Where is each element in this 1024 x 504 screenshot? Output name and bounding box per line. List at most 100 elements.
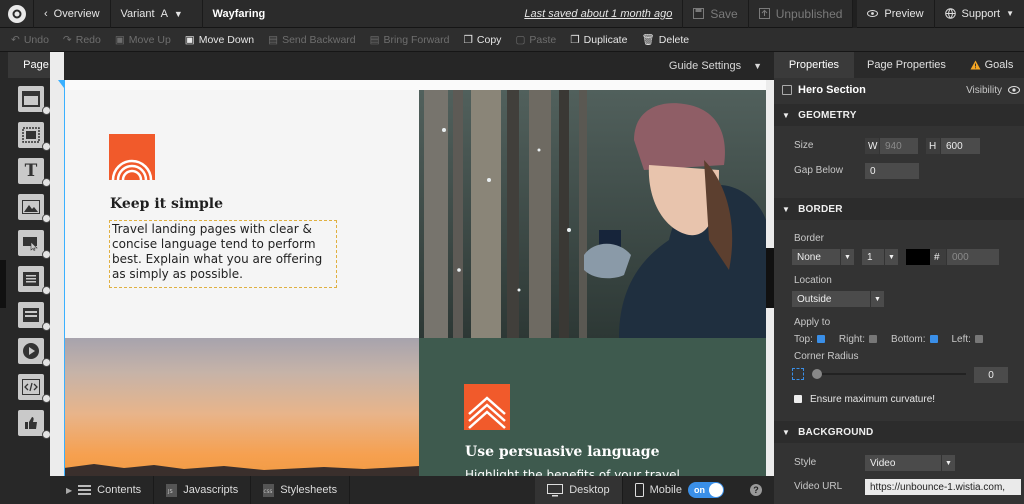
mobile-view-button[interactable]: Mobile on ? — [623, 476, 774, 504]
width-prefix: W — [865, 138, 879, 154]
max-curvature-checkbox[interactable] — [794, 395, 802, 403]
rail-collapse-handle[interactable] — [0, 260, 6, 308]
geometry-section-header[interactable]: ▼ GEOMETRY — [774, 104, 1024, 126]
section-widget[interactable] — [18, 86, 51, 115]
width-input[interactable]: 940 — [880, 138, 918, 154]
app-logo[interactable] — [0, 0, 34, 28]
panel-collapse-handle[interactable] — [766, 248, 774, 308]
mobile-toggle[interactable]: on — [688, 482, 724, 498]
top-bar: ‹ Overview Variant A ▼ Wayfaring Last sa… — [0, 0, 1024, 28]
persuasive-body-text[interactable]: Highlight the benefits of your travel — [465, 468, 680, 476]
send-backward-button[interactable]: ▤ Send Backward — [261, 28, 362, 52]
move-up-icon: ▣ — [114, 33, 125, 46]
undo-label: Undo — [23, 33, 49, 46]
element-checkbox[interactable] — [782, 85, 792, 95]
tab-page-properties-label: Page Properties — [867, 59, 946, 71]
trash-icon: 🗑 — [641, 34, 655, 46]
corner-radius-slider-handle[interactable] — [812, 369, 822, 379]
form-widget[interactable] — [18, 266, 51, 295]
duplicate-button[interactable]: ❐ Duplicate — [563, 28, 634, 52]
last-saved-link[interactable]: Last saved about 1 month ago — [524, 8, 682, 20]
support-menu[interactable]: Support ▼ — [935, 0, 1024, 28]
svg-text:CSS: CSS — [264, 489, 273, 495]
sunset-photo[interactable] — [64, 338, 419, 476]
border-section-header[interactable]: ▼ BORDER — [774, 198, 1024, 220]
left-checkbox[interactable] — [974, 335, 983, 343]
top-checkbox[interactable] — [816, 335, 825, 343]
page-canvas[interactable]: Keep it simple Travel landing pages with… — [64, 80, 766, 476]
text-widget[interactable]: T — [18, 158, 51, 187]
layout-widget[interactable] — [18, 302, 51, 331]
contents-button[interactable]: ▶ Contents — [50, 476, 155, 504]
corner-radius-slider-track[interactable] — [814, 373, 966, 375]
chevron-down-icon: ▼ — [782, 427, 791, 437]
brand-chevron-icon[interactable] — [464, 384, 510, 430]
image-widget[interactable] — [18, 194, 51, 223]
javascripts-button[interactable]: JS Javascripts — [154, 476, 252, 504]
move-down-button[interactable]: ▣ Move Down — [178, 28, 261, 52]
copy-button[interactable]: ❐ Copy — [457, 28, 509, 52]
border-width-select[interactable]: 1 ▼ — [862, 249, 898, 265]
border-color-swatch[interactable] — [906, 249, 930, 265]
undo-icon: ↶ — [11, 33, 20, 46]
delete-button[interactable]: 🗑 Delete — [634, 28, 696, 52]
html-widget[interactable] — [18, 374, 51, 403]
desktop-view-button[interactable]: Desktop — [535, 476, 623, 504]
corner-radius-icon[interactable] — [792, 368, 804, 380]
gap-below-input[interactable]: 0 — [865, 163, 919, 179]
border-location-value: Outside — [797, 293, 832, 305]
border-width-value: 1 — [867, 251, 873, 263]
stylesheets-button[interactable]: CSS Stylesheets — [251, 476, 351, 504]
box-icon — [22, 127, 40, 143]
unpublished-label: Unpublished — [775, 6, 843, 21]
apply-to-label: Apply to — [794, 317, 831, 328]
persuasive-heading[interactable]: Use persuasive language — [465, 444, 660, 460]
right-checkbox[interactable] — [869, 335, 878, 343]
button-widget[interactable] — [18, 230, 51, 259]
preview-button[interactable]: Preview — [857, 0, 935, 28]
variant-selector[interactable]: Variant A ▼ — [111, 0, 203, 28]
tab-goals-label: Goals — [984, 59, 1014, 71]
bottom-checkbox[interactable] — [929, 335, 938, 343]
right-label: Right: — [838, 333, 866, 345]
unpublished-button[interactable]: Unpublished — [749, 0, 854, 28]
bring-forward-button[interactable]: ▤ Bring Forward — [363, 28, 457, 52]
background-section-header[interactable]: ▼ BACKGROUND — [774, 421, 1024, 443]
brand-rainbow-icon[interactable] — [109, 134, 155, 180]
chevron-left-icon: ‹ — [44, 7, 48, 20]
guide-settings-button[interactable]: Guide Settings — [669, 60, 741, 72]
tab-page-properties[interactable]: Page Properties — [854, 52, 959, 78]
border-location-select[interactable]: Outside ▼ — [792, 291, 884, 307]
eye-icon[interactable] — [1008, 85, 1020, 95]
variant-label: Variant — [120, 7, 155, 20]
border-style-value: None — [797, 251, 821, 263]
redo-button[interactable]: ↷ Redo — [56, 28, 108, 52]
tab-goals[interactable]: Goals — [959, 52, 1024, 78]
background-style-select[interactable]: Video ▼ — [865, 455, 955, 471]
border-style-select[interactable]: None ▼ — [792, 249, 854, 265]
undo-button[interactable]: ↶ Undo — [4, 28, 56, 52]
height-input[interactable]: 600 — [941, 138, 980, 154]
tab-properties[interactable]: Properties — [774, 52, 854, 78]
persuasive-section[interactable]: Use persuasive language Highlight the be… — [419, 338, 766, 476]
paste-button[interactable]: ▢ Paste — [508, 28, 563, 52]
caret-down-icon: ▼ — [941, 455, 955, 471]
hero-text-panel[interactable]: Keep it simple Travel landing pages with… — [64, 90, 419, 338]
move-up-button[interactable]: ▣ Move Up — [108, 28, 178, 52]
hero-heading[interactable]: Keep it simple — [110, 196, 223, 212]
caret-down-icon[interactable]: ▼ — [753, 61, 762, 71]
video-widget[interactable] — [18, 338, 51, 367]
bring-forward-icon: ▤ — [369, 33, 380, 46]
hero-photo[interactable] — [419, 90, 766, 338]
help-icon[interactable]: ? — [750, 484, 762, 496]
border-color-input[interactable]: 000 — [947, 249, 999, 265]
social-widget[interactable] — [18, 410, 51, 439]
corner-radius-input[interactable]: 0 — [974, 367, 1008, 383]
hero-body-text[interactable]: Travel landing pages with clear & concis… — [109, 220, 337, 288]
edit-toolbar: ↶ Undo ↷ Redo ▣ Move Up ▣ Move Down ▤ Send Ba… — [0, 28, 1024, 52]
box-widget[interactable] — [18, 122, 51, 151]
video-url-input[interactable]: https://unbounce-1.wistia.com, — [865, 479, 1021, 495]
unbounce-logo-icon — [7, 4, 26, 23]
save-button[interactable]: Save — [682, 0, 749, 28]
overview-button[interactable]: ‹ Overview — [34, 0, 111, 28]
